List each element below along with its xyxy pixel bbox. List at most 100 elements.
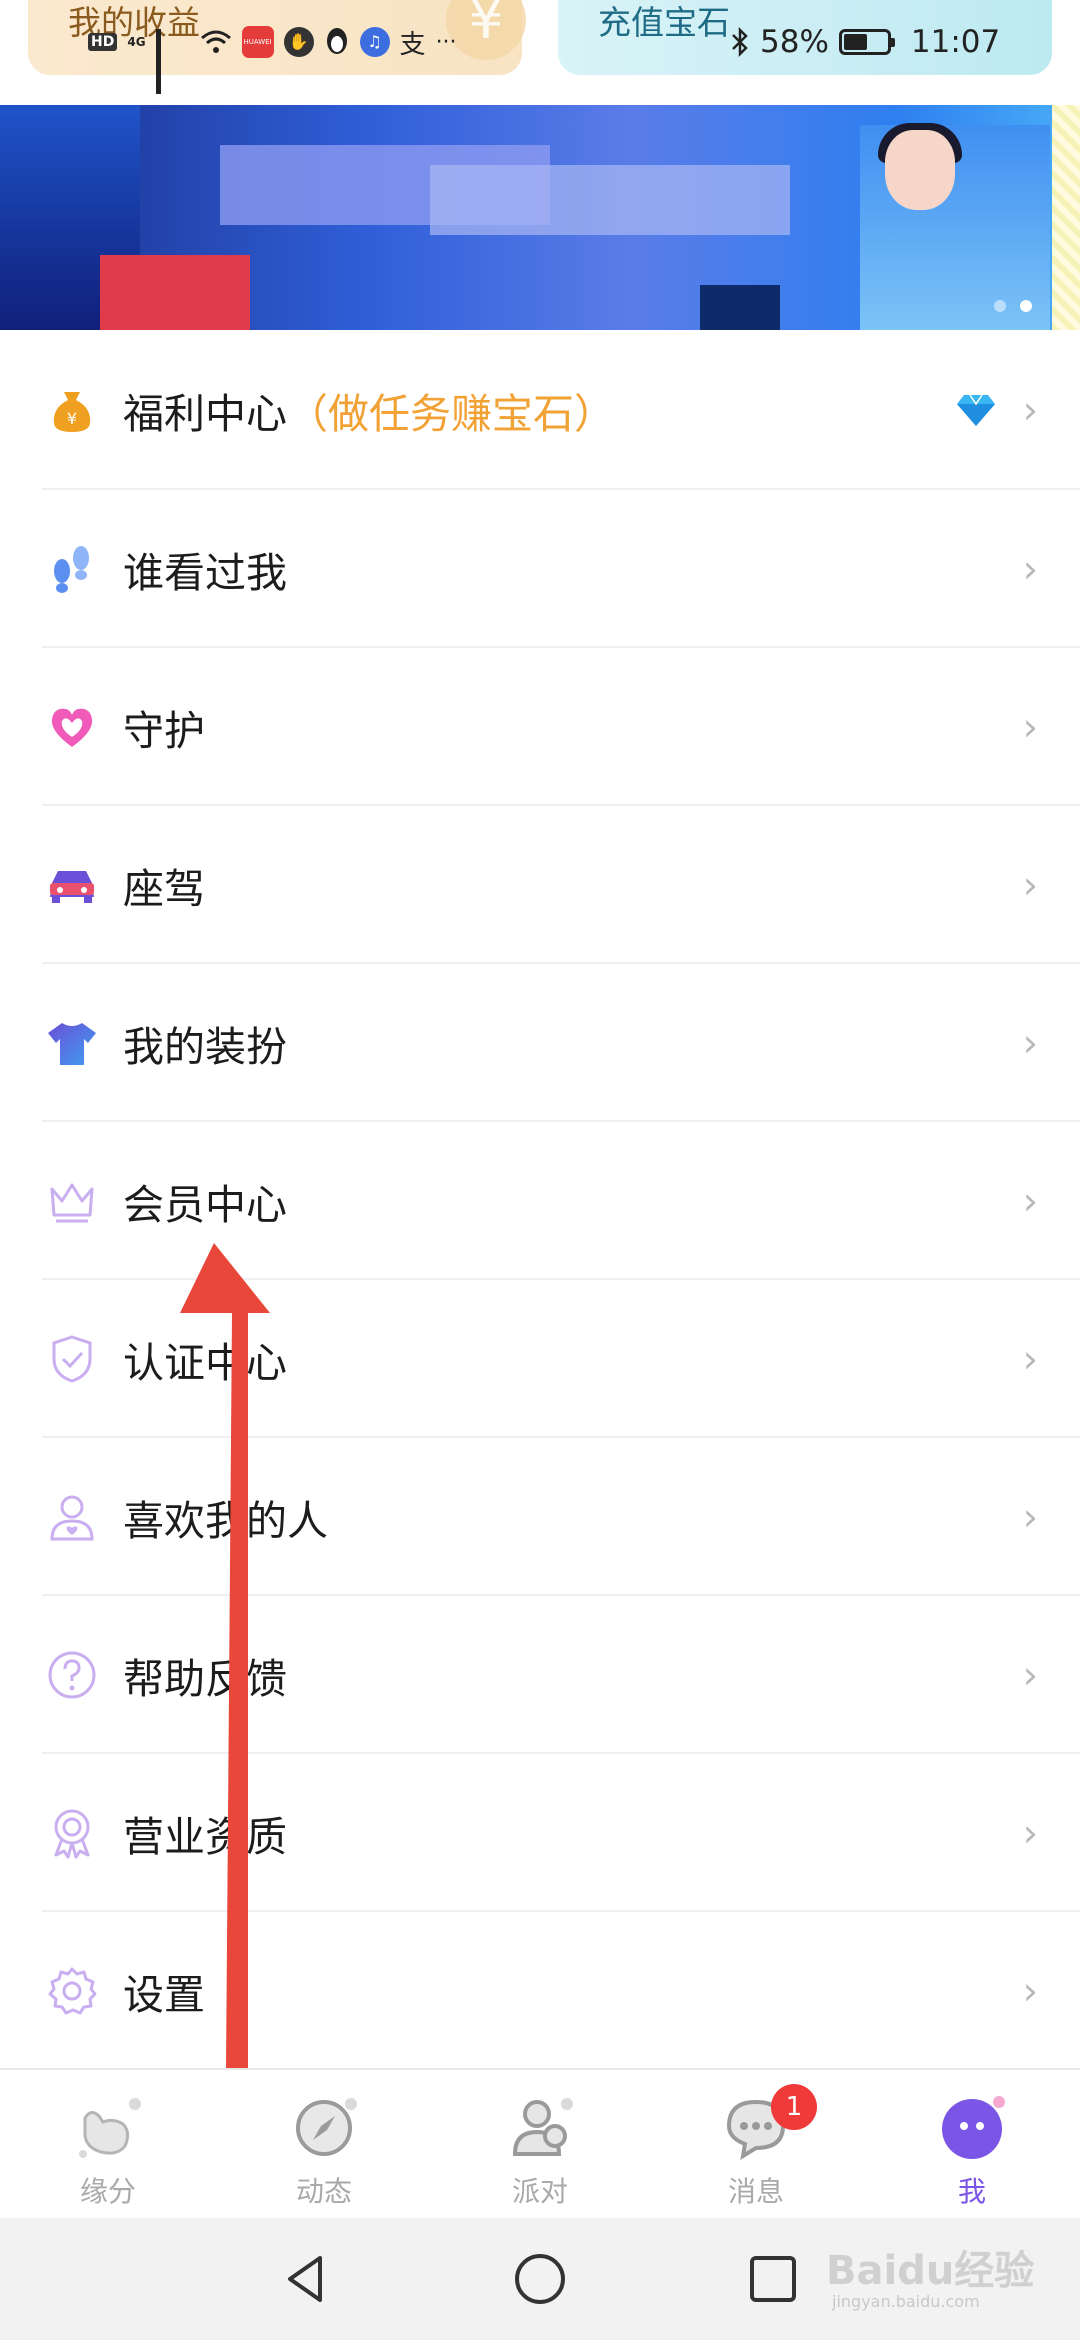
chevron-right-icon: › — [1022, 1179, 1038, 1223]
tab-label: 我 — [957, 2175, 986, 2208]
next-banner-peek — [1052, 105, 1080, 330]
menu-item-subtitle: （做任务赚宝石） — [287, 390, 615, 438]
banner-dot — [994, 300, 1006, 312]
tab-label: 派对 — [511, 2175, 568, 2208]
menu-item-label: 营业资质 — [123, 1803, 287, 1863]
gear-icon — [44, 1963, 100, 2019]
diamond-icon — [956, 393, 996, 427]
menu-item-title: 帮助反馈 — [123, 1655, 287, 1703]
chevron-right-icon: › — [1022, 1021, 1038, 1065]
back-icon[interactable] — [276, 2248, 338, 2310]
menu-item[interactable]: 座驾 › — [0, 806, 1080, 964]
menu-item-label: 守护 — [123, 697, 205, 757]
menu-item[interactable]: 守护 › — [0, 648, 1080, 806]
menu-item-label: 座驾 — [123, 855, 205, 915]
more-icon: ··· — [435, 29, 457, 55]
banner-pixelated-area — [700, 285, 780, 330]
bluetooth-icon — [732, 26, 748, 58]
menu-item-label: 喜欢我的人 — [123, 1487, 328, 1547]
menu-item[interactable]: 设置 › — [0, 1912, 1080, 2070]
menu-item-label: 我的装扮 — [123, 1013, 287, 1073]
question-icon — [44, 1647, 100, 1703]
banner-pagination — [994, 300, 1032, 312]
bottom-tab-bar: 缘分 动态 派对 消息 1 我 — [0, 2068, 1080, 2220]
heart-icon — [44, 699, 100, 755]
menu-item-label: 会员中心 — [123, 1171, 287, 1231]
menu-item[interactable]: 谁看过我 › — [0, 490, 1080, 648]
tshirt-icon — [44, 1015, 100, 1071]
penguin-icon — [326, 28, 347, 54]
chevron-right-icon: › — [1022, 1811, 1038, 1855]
chevron-right-icon: › — [1022, 547, 1038, 591]
yen-icon: ¥ — [446, 0, 526, 60]
banner-pixelated-area — [100, 255, 250, 330]
baidu-watermark-logo: Baidu经验 — [826, 2248, 1035, 2294]
menu-item[interactable]: 帮助反馈 › — [0, 1596, 1080, 1754]
menu-item-label: 福利中心（做任务赚宝石） — [123, 380, 615, 440]
menu-item[interactable]: 认证中心 › — [0, 1280, 1080, 1438]
tab-fate[interactable]: 缘分 — [28, 2070, 188, 2220]
status-bar-left: HD 4G HUAWEI ✋ ♫ 支 ··· — [88, 22, 457, 94]
chevron-right-icon: › — [1022, 1969, 1038, 2013]
car-icon — [44, 857, 100, 913]
menu-item-title: 认证中心 — [123, 1339, 287, 1387]
person-heart-icon — [44, 1489, 100, 1545]
promo-banner[interactable] — [0, 105, 1052, 330]
tab-party[interactable]: 派对 — [460, 2070, 620, 2220]
hand-app-icon: ✋ — [283, 27, 314, 57]
chevron-right-icon: › — [1022, 1495, 1038, 1539]
top-area: 我的收益 ¥ 充值宝石 HD 4G HUAWEI ✋ ♫ 支 ··· 58% 1… — [0, 0, 1080, 105]
chevron-right-icon: › — [1022, 863, 1038, 907]
chevron-right-icon: › — [1022, 1337, 1038, 1381]
menu-item-title: 福利中心 — [123, 390, 287, 438]
footprints-icon — [44, 541, 100, 597]
money-bag-icon: ¥ — [44, 382, 100, 438]
banner-character-face — [885, 130, 955, 210]
menu-item[interactable]: ¥ 福利中心（做任务赚宝石） › — [0, 330, 1080, 490]
crown-icon — [44, 1173, 100, 1229]
menu-item[interactable]: 会员中心 › — [0, 1122, 1080, 1280]
clock: 11:07 — [910, 24, 1001, 60]
chevron-right-icon: › — [1022, 705, 1038, 749]
menu-item-title: 会员中心 — [123, 1181, 287, 1229]
svg-text:¥: ¥ — [67, 409, 77, 428]
hd-icon: HD — [88, 33, 118, 51]
menu-item-label: 帮助反馈 — [123, 1645, 287, 1705]
fate-hand-icon — [73, 2092, 143, 2162]
tab-label: 缘分 — [79, 2175, 136, 2208]
tab-moments[interactable]: 动态 — [244, 2070, 404, 2220]
chevron-right-icon: › — [1022, 388, 1038, 432]
chevron-right-icon: › — [1022, 1653, 1038, 1697]
home-icon[interactable] — [509, 2248, 571, 2310]
shield-check-icon — [44, 1331, 100, 1387]
banner-pixelated-area — [430, 165, 790, 235]
menu-item[interactable]: 我的装扮 › — [0, 964, 1080, 1122]
tab-messages[interactable]: 消息 1 — [676, 2070, 836, 2220]
award-badge-icon — [44, 1805, 100, 1861]
tab-me[interactable]: 我 — [892, 2070, 1052, 2220]
recents-icon[interactable] — [742, 2248, 804, 2310]
wifi-icon — [200, 30, 231, 53]
profile-menu-list: ¥ 福利中心（做任务赚宝石） › 谁看过我 › 守护 › 座驾 › 我的装扮 › 会员中心 › 认证中心 ›… — [0, 330, 1080, 2070]
signal-icon — [155, 29, 190, 94]
tab-label: 消息 — [727, 2175, 784, 2208]
menu-item-label: 设置 — [123, 1961, 205, 2021]
unread-badge: 1 — [771, 2084, 817, 2130]
battery-percent: 58% — [760, 24, 829, 60]
menu-item-title: 我的装扮 — [123, 1023, 287, 1071]
menu-item-label: 谁看过我 — [123, 539, 287, 599]
menu-item[interactable]: 喜欢我的人 › — [0, 1438, 1080, 1596]
me-face-icon — [937, 2092, 1007, 2162]
menu-item-title: 座驾 — [123, 865, 205, 913]
menu-item-title: 营业资质 — [123, 1813, 287, 1861]
menu-item-title: 设置 — [123, 1971, 205, 2019]
banner-dot — [1020, 300, 1032, 312]
huawei-app-icon: HUAWEI — [241, 26, 274, 58]
menu-item[interactable]: 营业资质 › — [0, 1754, 1080, 1912]
menu-item-title: 守护 — [123, 707, 205, 755]
status-bar-right: 58% 11:07 — [730, 22, 1000, 62]
alipay-icon: 支 — [399, 29, 426, 60]
tab-label: 动态 — [295, 2175, 352, 2208]
menu-item-title: 喜欢我的人 — [123, 1497, 328, 1545]
party-people-icon — [505, 2092, 575, 2162]
